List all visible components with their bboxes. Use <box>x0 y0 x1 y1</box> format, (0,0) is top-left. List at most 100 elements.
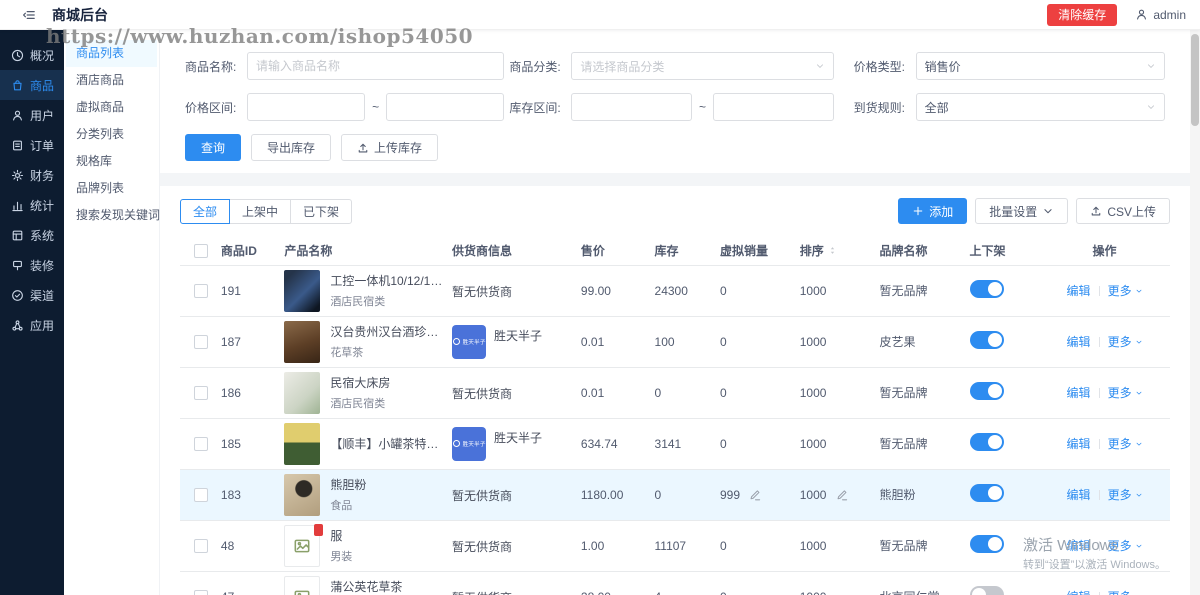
supplier-logo-mark <box>452 338 460 345</box>
sort-value: 1000 <box>799 436 827 451</box>
supplier-name: 胜天半子 <box>494 328 543 343</box>
more-link[interactable]: 更多 <box>1108 282 1143 299</box>
row-checkbox[interactable] <box>194 334 208 349</box>
collapse-menu-icon[interactable] <box>22 8 36 22</box>
more-link[interactable]: 更多 <box>1108 537 1143 554</box>
submenu-item-brand-list[interactable]: 品牌列表 <box>66 175 157 202</box>
row-checkbox[interactable] <box>194 589 208 595</box>
add-button[interactable]: 添加 <box>898 198 968 224</box>
sidebar-item-user[interactable]: 用户 <box>0 100 64 130</box>
more-link[interactable]: 更多 <box>1108 384 1143 401</box>
products-table: 商品ID 产品名称 供货商信息 售价 库存 虚拟销量 排序 品牌名称 上下架 操作 191 工控一… <box>180 237 1170 595</box>
edit-link[interactable]: 编辑 <box>1067 488 1091 502</box>
column-header: 操作 <box>1092 244 1117 259</box>
supplier-name: 暂无供货商 <box>452 540 513 554</box>
product-name: 熊胆粉 <box>330 478 367 492</box>
action-divider <box>1098 439 1100 449</box>
sidebar-item-decorate[interactable]: 装修 <box>0 250 64 280</box>
product-category: 男装 <box>330 551 353 563</box>
column-header: 库存 <box>654 244 679 259</box>
sidebar-item-app[interactable]: 应用 <box>0 310 64 340</box>
upload-icon <box>1090 205 1102 217</box>
status-toggle[interactable] <box>969 484 1004 502</box>
submenu-item-category-list[interactable]: 分类列表 <box>66 121 157 148</box>
sidebar-item-goods[interactable]: 商品 <box>0 70 64 100</box>
status-toggle[interactable] <box>969 586 1004 595</box>
sidebar-item-label: 概况 <box>30 48 55 63</box>
price-value: 0.01 <box>580 385 605 400</box>
edit-sort-icon[interactable] <box>836 489 848 501</box>
product-name-input[interactable] <box>247 52 505 80</box>
column-header: 供货商信息 <box>452 244 513 259</box>
edit-link[interactable]: 编辑 <box>1067 437 1091 451</box>
product-id: 183 <box>220 487 241 502</box>
tab-all[interactable]: 全部 <box>180 198 231 224</box>
price-max-input[interactable] <box>386 93 505 121</box>
export-stock-button[interactable]: 导出库存 <box>251 134 332 161</box>
price-min-input[interactable] <box>247 93 366 121</box>
edit-link[interactable]: 编辑 <box>1067 284 1091 298</box>
status-toggle[interactable] <box>969 535 1004 553</box>
scrollbar-track[interactable] <box>1190 30 1200 595</box>
submenu-item-hotel-goods[interactable]: 酒店商品 <box>66 67 157 94</box>
batch-settings-button[interactable]: 批量设置 <box>975 198 1069 224</box>
chevron-down-icon <box>1135 440 1143 448</box>
row-checkbox[interactable] <box>194 385 208 400</box>
status-toggle[interactable] <box>969 433 1004 451</box>
product-category: 花草茶 <box>330 347 364 359</box>
sidebar-item-stats[interactable]: 统计 <box>0 190 64 220</box>
select-all-checkbox[interactable] <box>194 244 208 259</box>
submenu-item-spec-lib[interactable]: 规格库 <box>66 148 157 175</box>
more-link[interactable]: 更多 <box>1108 486 1143 503</box>
edit-virtual-sales-icon[interactable] <box>749 489 761 501</box>
submenu-item-goods-list[interactable]: 商品列表 <box>66 40 157 67</box>
upload-stock-button[interactable]: 上传库存 <box>341 134 439 161</box>
scrollbar-thumb[interactable] <box>1191 34 1199 126</box>
more-link[interactable]: 更多 <box>1108 588 1143 595</box>
sidebar-item-overview[interactable]: 概况 <box>0 40 64 70</box>
csv-upload-button[interactable]: CSV上传 <box>1076 198 1170 224</box>
action-divider <box>1098 388 1100 398</box>
sidebar-item-finance[interactable]: 财务 <box>0 160 64 190</box>
sort-value: 1000 <box>799 487 827 502</box>
status-toggle[interactable] <box>969 280 1004 298</box>
row-checkbox[interactable] <box>194 538 208 553</box>
edit-link[interactable]: 编辑 <box>1067 590 1091 595</box>
row-checkbox[interactable] <box>194 283 208 298</box>
sidebar-item-order[interactable]: 订单 <box>0 130 64 160</box>
main-content: 商品名称: 商品分类: 请选择商品分类 价格类型: 销售价 <box>160 30 1190 595</box>
supplier-name: 暂无供货商 <box>452 589 512 595</box>
sidebar-item-channel[interactable]: 渠道 <box>0 280 64 310</box>
sidebar-item-label: 用户 <box>30 108 55 123</box>
status-toggle[interactable] <box>969 331 1004 349</box>
arrival-rule-select[interactable]: 全部 <box>915 93 1165 121</box>
more-link[interactable]: 更多 <box>1108 435 1143 452</box>
submenu-item-virtual-goods[interactable]: 虚拟商品 <box>66 94 157 121</box>
price-type-select[interactable]: 销售价 <box>915 52 1165 80</box>
product-category: 酒店民宿类 <box>330 398 386 410</box>
sidebar-item-system[interactable]: 系统 <box>0 220 64 250</box>
sort-icon[interactable] <box>828 245 837 256</box>
action-divider <box>1098 286 1100 296</box>
sidebar-item-label: 应用 <box>30 318 55 333</box>
edit-link[interactable]: 编辑 <box>1067 386 1091 400</box>
username: admin <box>1153 7 1186 22</box>
user-menu[interactable]: admin <box>1135 8 1186 22</box>
edit-link[interactable]: 编辑 <box>1067 335 1091 349</box>
more-link[interactable]: 更多 <box>1108 333 1143 350</box>
tab-off-sale[interactable]: 已下架 <box>290 198 353 224</box>
stock-min-input[interactable] <box>571 93 692 121</box>
search-button[interactable]: 查询 <box>185 134 242 161</box>
status-toggle[interactable] <box>969 382 1004 400</box>
price-value: 28.00 <box>581 590 611 595</box>
row-checkbox[interactable] <box>194 487 208 502</box>
category-select[interactable]: 请选择商品分类 <box>571 52 834 80</box>
sidebar-item-label: 装修 <box>30 258 55 273</box>
submenu-item-search-keywords[interactable]: 搜索发现关键词 <box>66 202 160 229</box>
edit-link[interactable]: 编辑 <box>1067 539 1091 553</box>
row-checkbox[interactable] <box>194 436 208 451</box>
stock-max-input[interactable] <box>713 93 834 121</box>
tab-on-sale[interactable]: 上架中 <box>229 198 292 224</box>
main-sidebar: 概况 商品 用户 订单 财务 统计 系统 装修 渠道 应用 <box>0 30 64 595</box>
clear-cache-button[interactable]: 清除缓存 <box>1047 3 1118 26</box>
